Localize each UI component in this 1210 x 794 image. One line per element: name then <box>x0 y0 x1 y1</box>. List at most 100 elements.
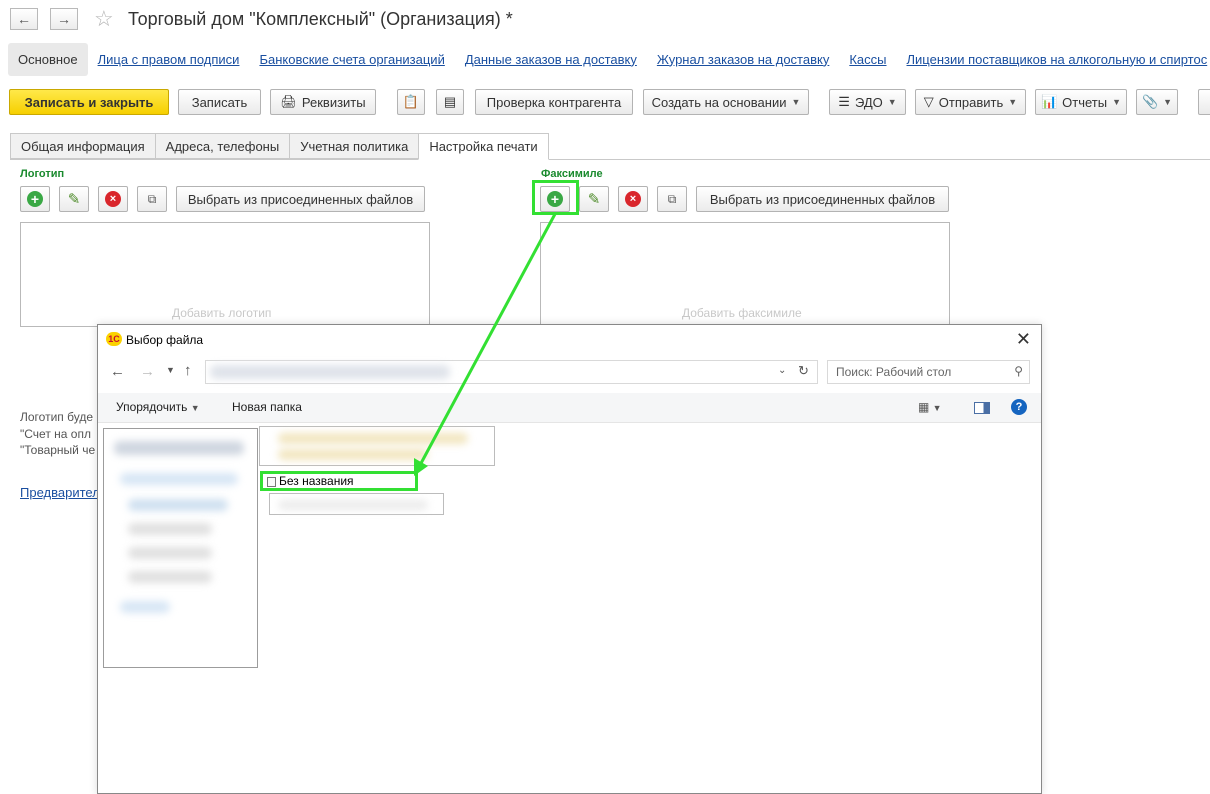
logo-edit-button[interactable]: ✎ <box>59 186 89 212</box>
facsimile-copy-button[interactable]: ⧉ <box>657 186 687 212</box>
nav-item <box>128 571 212 583</box>
list-item <box>278 449 428 460</box>
copy-icon: ⧉ <box>667 191 677 206</box>
section-link-signers[interactable]: Лица с правом подписи <box>98 52 240 67</box>
printer-icon: 🖨 <box>280 94 297 109</box>
caret-down-icon: ▼ <box>1112 97 1122 107</box>
file-list-more[interactable] <box>269 493 444 515</box>
tab-bar: Общая информация Адреса, телефоны Учетна… <box>10 133 549 160</box>
navigation-pane[interactable] <box>103 428 258 668</box>
file-item-selected[interactable]: Без названия <box>260 471 418 491</box>
forward-button[interactable]: → <box>50 8 78 30</box>
nav-item <box>128 523 212 535</box>
caret-down-icon: ▼ <box>1163 97 1173 107</box>
facsimile-select-attached-button[interactable]: Выбрать из присоединенных файлов <box>696 186 949 212</box>
back-button[interactable]: ← <box>10 8 38 30</box>
send-icon: ▽ <box>923 94 934 109</box>
address-dropdown-icon[interactable]: ⌄ <box>778 365 786 376</box>
app-logo-icon: 1С <box>106 332 122 346</box>
view-options-icon[interactable]: ▦ ▼ <box>918 400 942 414</box>
dialog-command-bar: Упорядочить ▼ Новая папка ▦ ▼ ? <box>98 393 1041 423</box>
section-link-delivery-data[interactable]: Данные заказов на доставку <box>465 52 637 67</box>
delete-icon: × <box>105 191 121 207</box>
caret-down-icon: ▼ <box>190 403 200 413</box>
facsimile-group-title: Факсимиле <box>541 168 603 180</box>
up-arrow-icon[interactable]: ↑ <box>184 362 192 379</box>
file-dialog: 1С Выбор файла ✕ ← → ▼ ↑ ⌄ ↻ Поиск: Рабо… <box>97 324 1042 794</box>
edo-icon: ☰ <box>838 94 850 109</box>
file-list[interactable] <box>259 426 495 466</box>
logo-delete-button[interactable]: × <box>98 186 128 212</box>
save-close-button[interactable]: Записать и закрыть <box>9 89 169 115</box>
nav-item <box>128 547 212 559</box>
attachment-icon: 📎 <box>1141 94 1159 109</box>
tab-accounting-policy[interactable]: Учетная политика <box>289 133 419 159</box>
section-links: Основное Лица с правом подписи Банковски… <box>8 42 1210 76</box>
more-button[interactable] <box>1198 89 1210 115</box>
send-label: Отправить <box>938 94 1004 110</box>
caret-down-icon: ▼ <box>887 97 897 107</box>
tab-print-settings[interactable]: Настройка печати <box>418 133 549 160</box>
logo-group-title: Логотип <box>20 168 65 180</box>
star-icon[interactable]: ☆ <box>94 6 114 32</box>
preview-link[interactable]: Предварител <box>20 485 100 500</box>
search-placeholder: Поиск: Рабочий стол <box>836 365 952 379</box>
save-button[interactable]: Записать <box>178 89 261 115</box>
nav-item <box>114 441 244 455</box>
list-button[interactable]: ▤ <box>436 89 464 115</box>
send-button[interactable]: ▽ Отправить ▼ <box>915 89 1026 115</box>
tab-addresses[interactable]: Адреса, телефоны <box>154 133 290 159</box>
reports-label: Отчеты <box>1062 94 1108 110</box>
logo-select-attached-button[interactable]: Выбрать из присоединенных файлов <box>176 186 425 212</box>
edo-button[interactable]: ☰ ЭДО ▼ <box>829 89 906 115</box>
forward-arrow-icon[interactable]: → <box>140 363 155 380</box>
search-input[interactable]: Поиск: Рабочий стол ⚲ <box>827 360 1030 384</box>
close-icon[interactable]: ✕ <box>1016 329 1031 350</box>
logo-note-line-3: "Товарный че <box>20 443 96 457</box>
nav-item <box>120 601 170 613</box>
logo-copy-button[interactable]: ⧉ <box>137 186 167 212</box>
recent-locations-icon[interactable]: ▼ <box>166 365 175 375</box>
documents-icon: 📋 <box>402 94 420 109</box>
organize-button[interactable]: Упорядочить ▼ <box>116 400 200 414</box>
logo-note-line-2: "Счет на опл <box>20 427 91 441</box>
dialog-title: Выбор файла <box>126 333 204 347</box>
section-main[interactable]: Основное <box>8 42 88 76</box>
address-path <box>210 365 450 379</box>
help-icon[interactable]: ? <box>1011 399 1027 415</box>
check-counterparty-button[interactable]: Проверка контрагента <box>475 89 633 115</box>
tab-general[interactable]: Общая информация <box>10 133 155 159</box>
documents-button[interactable]: 📋 <box>397 89 425 115</box>
attachments-button[interactable]: 📎 ▼ <box>1136 89 1178 115</box>
details-label: Реквизиты <box>301 94 366 110</box>
back-arrow-icon[interactable]: ← <box>110 363 125 380</box>
section-link-licenses[interactable]: Лицензии поставщиков на алкогольную и сп… <box>907 52 1208 67</box>
facsimile-edit-button[interactable]: ✎ <box>579 186 609 212</box>
logo-note-line-1: Логотип буде <box>20 410 93 424</box>
facsimile-delete-button[interactable]: × <box>618 186 648 212</box>
preview-pane-icon[interactable] <box>974 402 990 414</box>
search-icon: ⚲ <box>1014 364 1023 378</box>
section-link-delivery-journal[interactable]: Журнал заказов на доставку <box>657 52 829 67</box>
logo-add-button[interactable]: + <box>20 186 50 212</box>
edo-label: ЭДО <box>854 94 883 110</box>
create-based-on-label: Создать на основании <box>651 94 787 110</box>
list-item <box>278 433 468 444</box>
section-link-cash-desks[interactable]: Кассы <box>849 52 886 67</box>
refresh-icon[interactable]: ↻ <box>798 363 809 379</box>
reports-icon: 📊 <box>1040 94 1058 109</box>
list-item <box>278 500 428 510</box>
create-based-on-button[interactable]: Создать на основании ▼ <box>643 89 809 115</box>
reports-button[interactable]: 📊 Отчеты ▼ <box>1035 89 1127 115</box>
pencil-icon: ✎ <box>587 191 601 208</box>
file-item-label: Без названия <box>279 474 354 488</box>
details-button[interactable]: 🖨 Реквизиты <box>270 89 376 115</box>
page-title: Торговый дом "Комплексный" (Организация)… <box>128 9 513 29</box>
caret-down-icon: ▼ <box>791 97 801 107</box>
highlight-box <box>532 180 579 215</box>
delete-icon: × <box>625 191 641 207</box>
section-link-bank-accounts[interactable]: Банковские счета организаций <box>259 52 444 67</box>
new-folder-button[interactable]: Новая папка <box>232 400 302 414</box>
organize-label: Упорядочить <box>116 400 188 414</box>
arrow-right-icon: → <box>57 11 71 27</box>
